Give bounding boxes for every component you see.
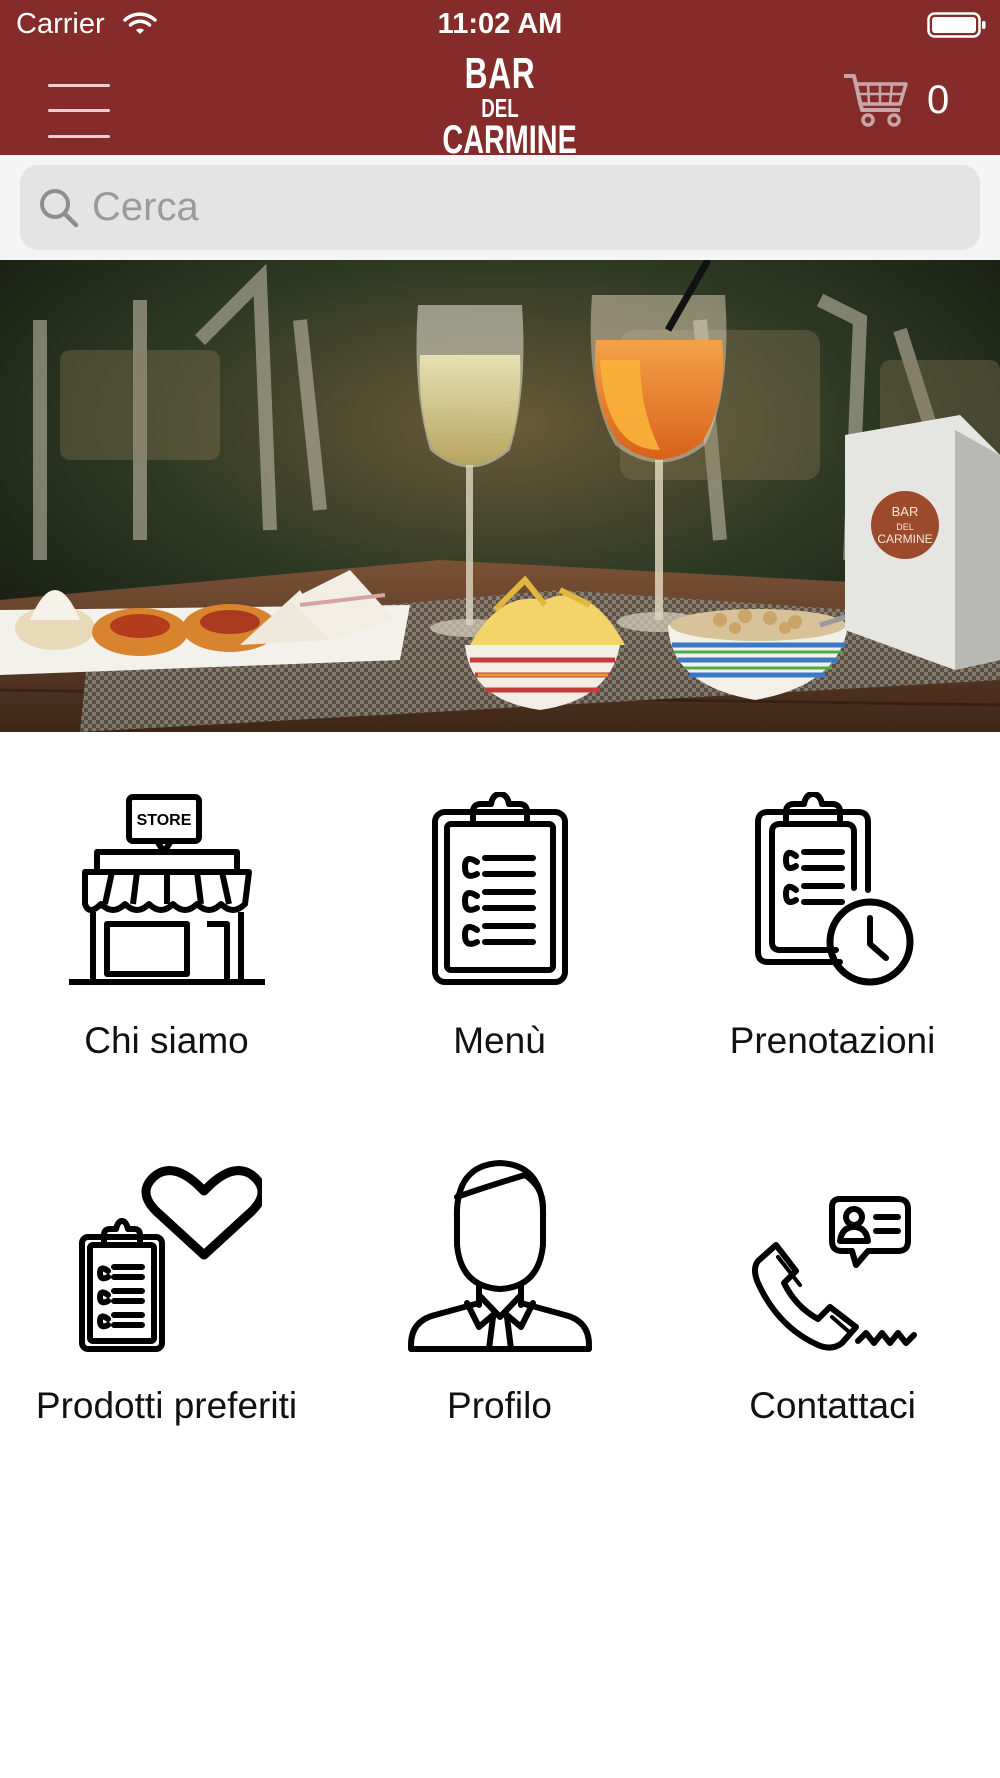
app-logo: BAR DEL CARMINE bbox=[420, 49, 580, 161]
store-icon-label: STORE bbox=[136, 812, 191, 829]
search-bar bbox=[0, 155, 1000, 260]
tile-label: Menù bbox=[453, 1020, 546, 1061]
nav-bar: BAR DEL CARMINE 0 bbox=[0, 49, 1000, 161]
napkin-logo-line-1: BAR bbox=[892, 504, 919, 519]
tile-label: Prenotazioni bbox=[729, 1020, 936, 1061]
tile-label: Contattaci bbox=[749, 1385, 916, 1426]
tile-menu[interactable]: Menù bbox=[333, 780, 666, 1110]
shopping-cart-icon bbox=[842, 70, 910, 137]
search-input[interactable] bbox=[92, 175, 952, 239]
menu-line-icon bbox=[48, 84, 110, 87]
phone-contact-icon bbox=[666, 1145, 999, 1365]
tile-prenotazioni[interactable]: Prenotazioni bbox=[666, 780, 999, 1110]
cart-button[interactable]: 0 bbox=[842, 70, 992, 140]
tile-label: Profilo bbox=[447, 1385, 552, 1426]
search-box[interactable] bbox=[20, 165, 980, 250]
clipboard-clock-icon bbox=[666, 780, 999, 1000]
menu-line-icon bbox=[48, 109, 110, 112]
hero-image: BAR DEL CARMINE bbox=[0, 260, 1000, 732]
logo-line-1: BAR bbox=[464, 49, 536, 98]
menu-line-icon bbox=[48, 135, 110, 138]
tile-chi-siamo[interactable]: STORE Chi siamo bbox=[0, 780, 333, 1110]
search-icon bbox=[38, 187, 80, 234]
battery-icon bbox=[927, 12, 987, 43]
person-icon bbox=[333, 1145, 666, 1365]
clipboard-list-icon bbox=[333, 780, 666, 1000]
tile-label: Chi siamo bbox=[84, 1020, 249, 1061]
tile-prodotti-preferiti[interactable]: Prodotti preferiti bbox=[0, 1145, 333, 1475]
tile-label: Prodotti preferiti bbox=[35, 1385, 298, 1426]
status-bar: Carrier 11:02 AM bbox=[0, 0, 1000, 50]
napkin-logo-line-3: CARMINE bbox=[877, 532, 932, 546]
napkin-logo-line-2: DEL bbox=[896, 522, 914, 532]
logo-line-3: CARMINE bbox=[442, 118, 577, 162]
clock-time: 11:02 AM bbox=[437, 8, 563, 40]
cart-count: 0 bbox=[927, 78, 950, 122]
clipboard-heart-icon bbox=[0, 1145, 333, 1365]
app-header: Carrier 11:02 AM BAR DEL CARMINE 0 bbox=[0, 0, 1000, 161]
hamburger-menu-button[interactable] bbox=[40, 64, 120, 138]
tile-contattaci[interactable]: Contattaci bbox=[666, 1145, 999, 1475]
store-icon: STORE bbox=[0, 780, 333, 1000]
tile-profilo[interactable]: Profilo bbox=[333, 1145, 666, 1475]
